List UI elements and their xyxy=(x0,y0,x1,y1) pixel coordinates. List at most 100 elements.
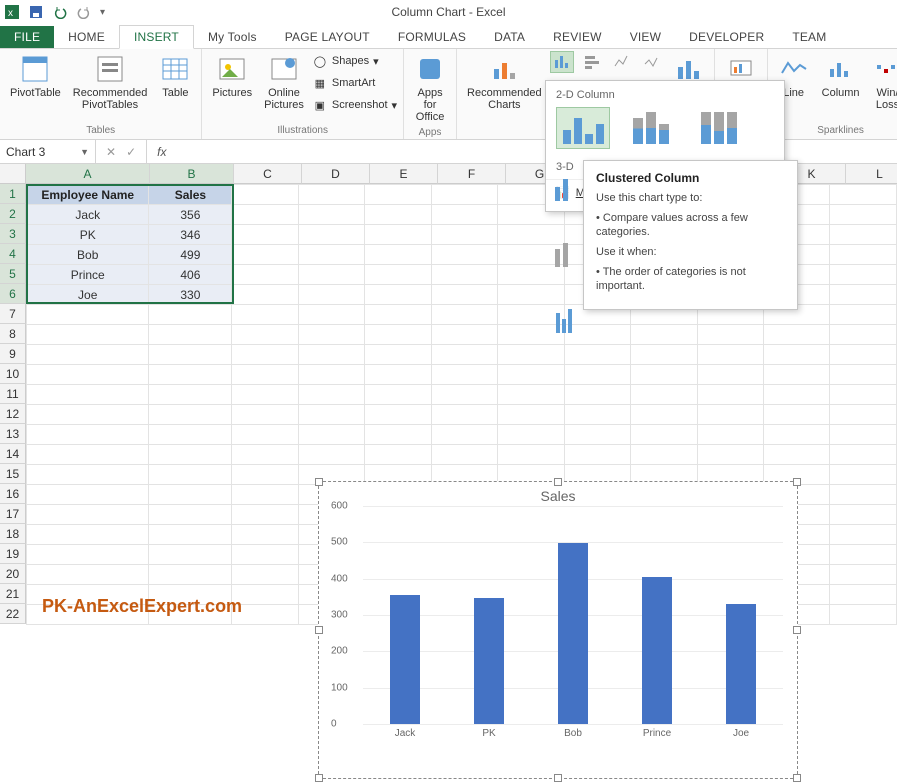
cell[interactable] xyxy=(298,325,364,345)
cell[interactable] xyxy=(431,285,497,305)
cell[interactable] xyxy=(498,365,564,385)
row-header-9[interactable]: 9 xyxy=(0,344,26,364)
cell[interactable] xyxy=(697,345,763,365)
col-header-F[interactable]: F xyxy=(438,164,506,184)
cell[interactable] xyxy=(232,205,298,225)
cell[interactable] xyxy=(298,205,364,225)
cell[interactable] xyxy=(431,445,497,465)
cell[interactable] xyxy=(830,185,897,205)
screenshot-button[interactable]: ▣Screenshot ▾ xyxy=(312,95,397,115)
row-header-5[interactable]: 5 xyxy=(0,264,26,284)
cell[interactable] xyxy=(564,425,630,445)
cell[interactable] xyxy=(365,365,431,385)
cell[interactable] xyxy=(365,285,431,305)
cell[interactable] xyxy=(830,345,897,365)
cell[interactable] xyxy=(298,405,364,425)
cell[interactable] xyxy=(830,605,897,625)
cell[interactable] xyxy=(149,525,232,545)
cell[interactable] xyxy=(232,325,298,345)
pivottable-button[interactable]: PivotTable xyxy=(6,51,65,101)
cell[interactable] xyxy=(631,365,697,385)
pictures-button[interactable]: Pictures xyxy=(208,51,256,101)
cell[interactable] xyxy=(830,445,897,465)
cell[interactable] xyxy=(365,205,431,225)
cell[interactable] xyxy=(830,525,897,545)
cell[interactable] xyxy=(149,305,232,325)
cell[interactable] xyxy=(232,465,298,485)
cell[interactable]: Employee Name xyxy=(27,185,149,205)
cell[interactable] xyxy=(697,385,763,405)
cell[interactable] xyxy=(149,485,232,505)
cell[interactable] xyxy=(298,265,364,285)
cell[interactable] xyxy=(830,545,897,565)
cell[interactable] xyxy=(298,225,364,245)
apps-for-office-button[interactable]: Apps for Office xyxy=(410,51,450,125)
cell[interactable] xyxy=(498,405,564,425)
bar-Joe[interactable] xyxy=(726,604,756,724)
recommended-pivottables-button[interactable]: Recommended PivotTables xyxy=(69,51,152,113)
cell[interactable] xyxy=(298,305,364,325)
cell[interactable] xyxy=(298,365,364,385)
col-header-A[interactable]: A xyxy=(26,164,150,184)
bar-Bob[interactable] xyxy=(558,543,588,724)
cell[interactable] xyxy=(830,285,897,305)
cell[interactable] xyxy=(830,565,897,585)
cell[interactable] xyxy=(498,445,564,465)
cell[interactable] xyxy=(149,425,232,445)
cell[interactable] xyxy=(298,185,364,205)
cell[interactable] xyxy=(431,265,497,285)
sparkline-winloss-button[interactable]: Win/ Loss xyxy=(868,51,897,113)
cell[interactable] xyxy=(697,425,763,445)
cell[interactable] xyxy=(830,365,897,385)
bar-Jack[interactable] xyxy=(390,595,420,724)
cell[interactable]: PK xyxy=(27,225,149,245)
insert-stock-chart-button[interactable] xyxy=(610,51,634,73)
cell[interactable] xyxy=(27,325,149,345)
cell[interactable] xyxy=(830,385,897,405)
row-header-6[interactable]: 6 xyxy=(0,284,26,304)
cell[interactable] xyxy=(365,225,431,245)
cell[interactable] xyxy=(697,405,763,425)
cell[interactable] xyxy=(830,505,897,525)
row-header-17[interactable]: 17 xyxy=(0,504,26,524)
cell[interactable] xyxy=(830,325,897,345)
cell[interactable] xyxy=(763,385,829,405)
cell[interactable] xyxy=(298,245,364,265)
cell[interactable] xyxy=(27,465,149,485)
cell[interactable] xyxy=(298,385,364,405)
cell[interactable] xyxy=(830,265,897,285)
cell[interactable] xyxy=(27,445,149,465)
cell[interactable] xyxy=(431,345,497,365)
cell[interactable] xyxy=(149,545,232,565)
redo-icon[interactable] xyxy=(76,4,92,20)
cell[interactable]: Jack xyxy=(27,205,149,225)
cell[interactable] xyxy=(431,205,497,225)
cell[interactable] xyxy=(27,525,149,545)
cell[interactable] xyxy=(149,385,232,405)
cell[interactable] xyxy=(431,325,497,345)
cell[interactable] xyxy=(763,405,829,425)
cell[interactable] xyxy=(431,245,497,265)
cell[interactable] xyxy=(232,225,298,245)
cell[interactable] xyxy=(631,345,697,365)
cell[interactable] xyxy=(365,385,431,405)
cell[interactable] xyxy=(498,385,564,405)
clustered-3d-thumb-2[interactable] xyxy=(552,236,576,272)
insert-column-chart-button[interactable] xyxy=(550,51,574,73)
smartart-button[interactable]: ▦SmartArt xyxy=(312,73,397,93)
cell[interactable] xyxy=(431,185,497,205)
cell[interactable] xyxy=(631,405,697,425)
row-header-16[interactable]: 16 xyxy=(0,484,26,504)
row-header-1[interactable]: 1 xyxy=(0,184,26,204)
insert-bar-chart-button[interactable] xyxy=(580,51,604,73)
cell[interactable] xyxy=(830,225,897,245)
cell[interactable] xyxy=(763,345,829,365)
cell[interactable] xyxy=(232,545,298,565)
insert-line-chart-button[interactable] xyxy=(640,51,664,73)
cell[interactable]: Joe xyxy=(27,285,149,305)
row-header-8[interactable]: 8 xyxy=(0,324,26,344)
clustered-column-thumb[interactable] xyxy=(556,107,610,149)
row-header-7[interactable]: 7 xyxy=(0,304,26,324)
cell[interactable] xyxy=(631,425,697,445)
fx-icon[interactable]: fx xyxy=(146,140,176,163)
